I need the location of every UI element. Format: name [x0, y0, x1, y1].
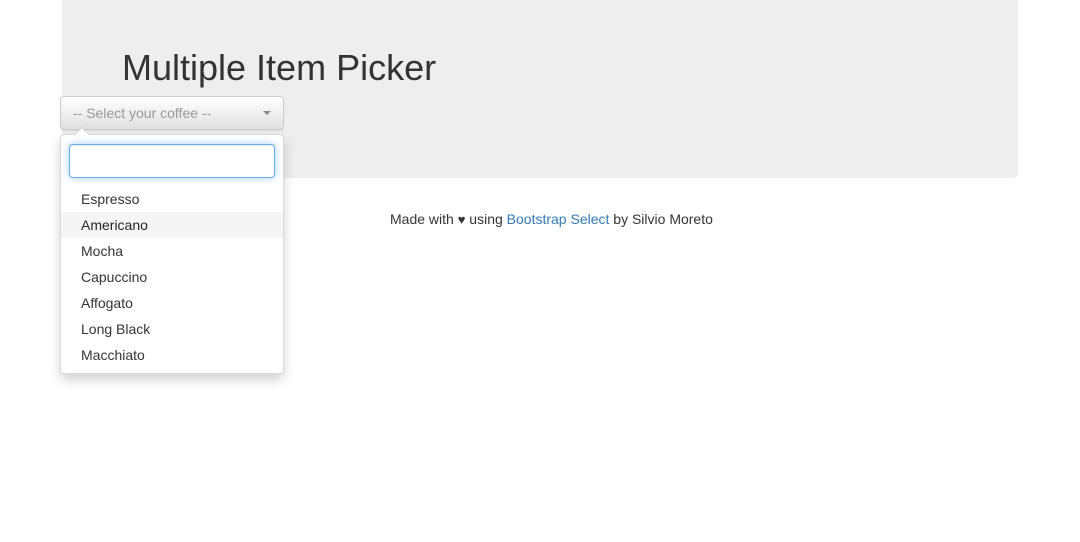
dropdown-search-container	[61, 140, 283, 186]
dropdown-notch-icon	[75, 128, 89, 135]
option-item-macchiato[interactable]: Macchiato	[61, 342, 283, 368]
caret-down-icon	[263, 111, 271, 115]
footer-suffix-text: by Silvio Moreto	[609, 211, 713, 227]
coffee-select-dropdown: Espresso Americano Mocha Capuccino Affog…	[60, 128, 284, 374]
option-item-affogato[interactable]: Affogato	[61, 290, 283, 316]
option-item-mocha[interactable]: Mocha	[61, 238, 283, 264]
option-item-americano[interactable]: Americano	[61, 212, 283, 238]
coffee-option-list: Espresso Americano Mocha Capuccino Affog…	[61, 186, 283, 368]
coffee-select-button[interactable]: -- Select your coffee --	[60, 96, 284, 130]
footer-credit: Made with ♥ using Bootstrap Select by Si…	[390, 209, 713, 230]
page-title: Multiple Item Picker	[122, 47, 437, 88]
search-input[interactable]	[69, 144, 275, 178]
bootstrap-select-link[interactable]: Bootstrap Select	[507, 211, 610, 227]
footer-prefix-text: Made with	[390, 211, 458, 227]
option-item-capuccino[interactable]: Capuccino	[61, 264, 283, 290]
option-item-espresso[interactable]: Espresso	[61, 186, 283, 212]
coffee-select-button-label: -- Select your coffee --	[73, 105, 212, 121]
coffee-select-widget: -- Select your coffee -- Espresso Americ…	[60, 96, 284, 374]
footer-middle-text: using	[465, 211, 507, 227]
option-item-long-black[interactable]: Long Black	[61, 316, 283, 342]
